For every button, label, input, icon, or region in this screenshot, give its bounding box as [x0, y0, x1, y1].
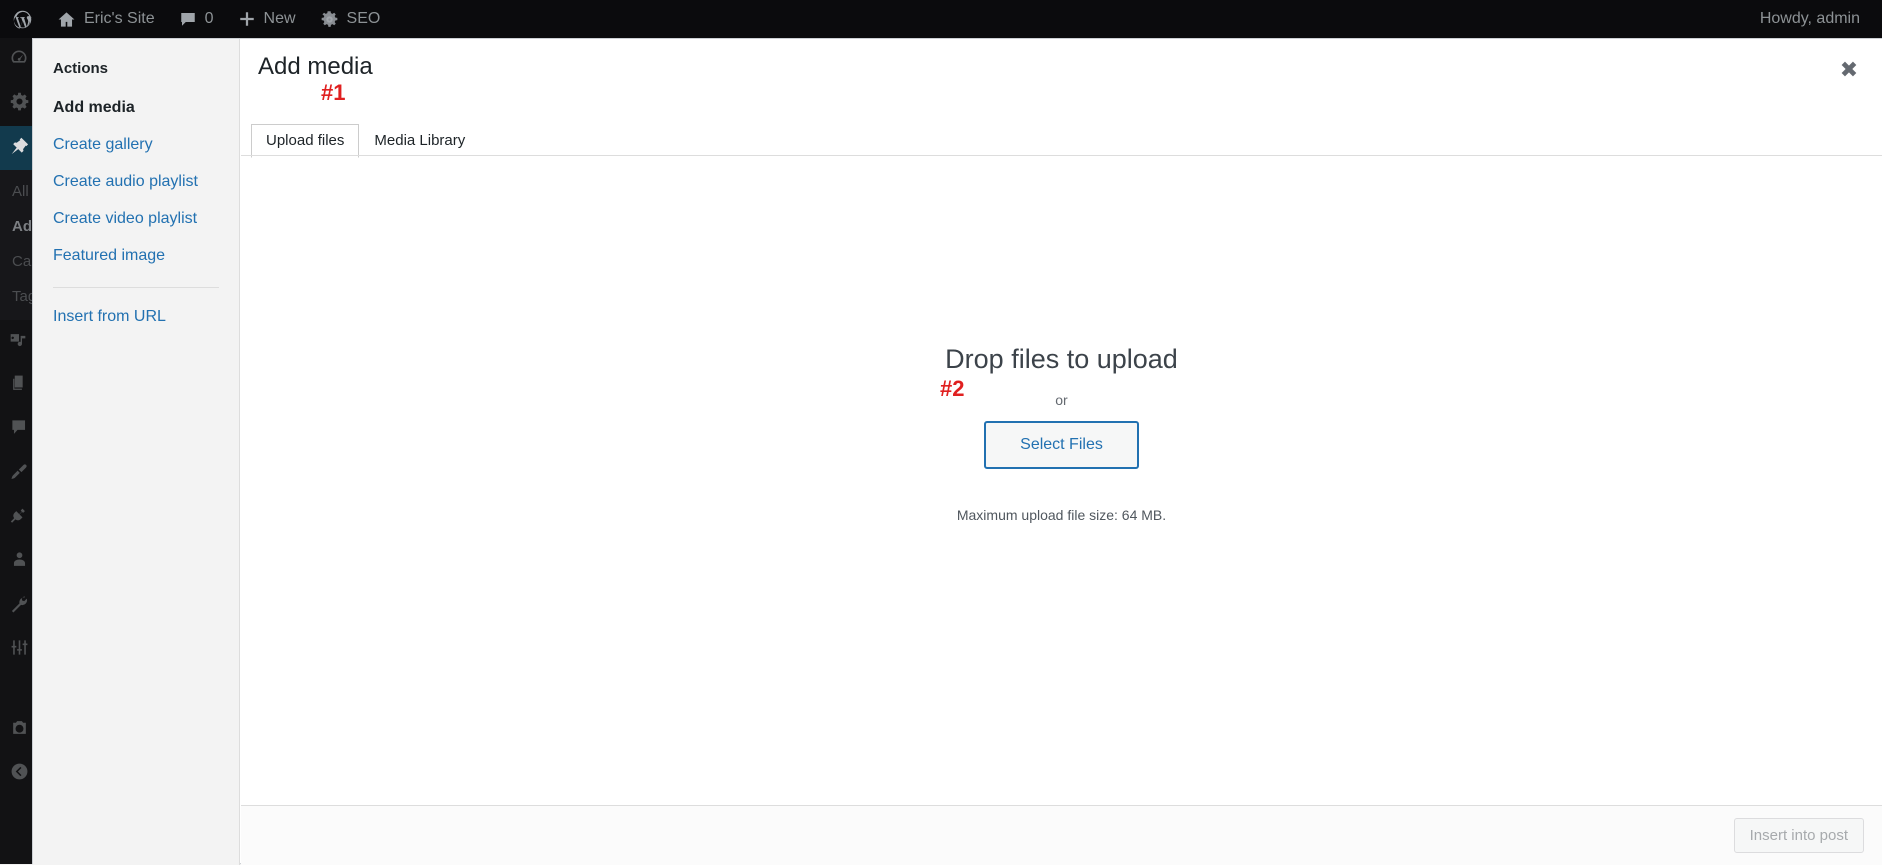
- admin-bar: Eric's Site 0 New SEO Howdy, admin: [0, 0, 1882, 38]
- site-name-menu[interactable]: Eric's Site: [45, 0, 167, 38]
- close-icon[interactable]: ✖: [1828, 49, 1870, 91]
- comment-icon: [10, 418, 29, 442]
- howdy-menu[interactable]: Howdy, admin: [1760, 10, 1882, 28]
- site-name-label: Eric's Site: [84, 10, 155, 27]
- seo-label: SEO: [346, 10, 381, 27]
- insert-into-post-button[interactable]: Insert into post: [1733, 818, 1864, 853]
- wrench-icon: [9, 594, 29, 619]
- sidebar-link-add-media[interactable]: Add media: [53, 99, 219, 117]
- new-content-menu[interactable]: New: [226, 0, 308, 38]
- modal-main: Add media ✖ Upload files Media Library D…: [241, 39, 1882, 865]
- user-icon: [10, 550, 29, 574]
- media-modal: Actions Add media Create gallery Create …: [32, 38, 1882, 865]
- modal-sidebar: Actions Add media Create gallery Create …: [33, 39, 240, 865]
- comments-count: 0: [204, 10, 214, 27]
- gear-icon: [9, 91, 30, 117]
- select-files-button[interactable]: Select Files: [984, 420, 1139, 469]
- sidebar-link-featured-image[interactable]: Featured image: [53, 247, 219, 265]
- media-icon: [9, 330, 29, 355]
- plug-icon: [9, 506, 29, 531]
- upload-dropzone[interactable]: Drop files to upload or Select Files Max…: [241, 156, 1882, 710]
- dropzone-or-label: or: [1055, 391, 1068, 408]
- tab-upload-files[interactable]: Upload files: [251, 124, 360, 158]
- wordpress-icon: [12, 9, 33, 30]
- modal-tabs: Upload files Media Library: [251, 123, 480, 158]
- pages-icon: [10, 374, 29, 398]
- actions-heading: Actions: [53, 60, 109, 77]
- page-title: Add media: [258, 53, 373, 80]
- comments-menu[interactable]: 0: [167, 0, 226, 38]
- plus-icon: [238, 10, 256, 28]
- sidebar-link-create-video-playlist[interactable]: Create video playlist: [53, 210, 219, 228]
- home-icon: [57, 10, 76, 29]
- camera-icon: [10, 718, 29, 742]
- max-upload-size-label: Maximum upload file size: 64 MB.: [956, 506, 1167, 523]
- sidebar-link-create-gallery[interactable]: Create gallery: [53, 136, 219, 154]
- modal-footer: Insert into post: [241, 805, 1882, 865]
- wordpress-logo-button[interactable]: [0, 0, 45, 38]
- new-content-label: New: [263, 10, 296, 27]
- sidebar-link-create-audio-playlist[interactable]: Create audio playlist: [53, 173, 219, 191]
- sliders-icon: [10, 638, 29, 662]
- seo-menu[interactable]: SEO: [308, 0, 393, 38]
- dropzone-title: Drop files to upload: [945, 343, 1178, 374]
- sidebar-divider: [53, 287, 219, 288]
- gear-icon: [320, 10, 339, 29]
- collapse-icon: [10, 762, 29, 786]
- pushpin-icon: [9, 136, 29, 161]
- comment-icon: [179, 10, 197, 28]
- paintbrush-icon: [9, 462, 29, 487]
- dashboard-icon: [9, 48, 29, 73]
- sidebar-link-insert-from-url[interactable]: Insert from URL: [53, 308, 219, 326]
- tab-media-library[interactable]: Media Library: [359, 124, 480, 158]
